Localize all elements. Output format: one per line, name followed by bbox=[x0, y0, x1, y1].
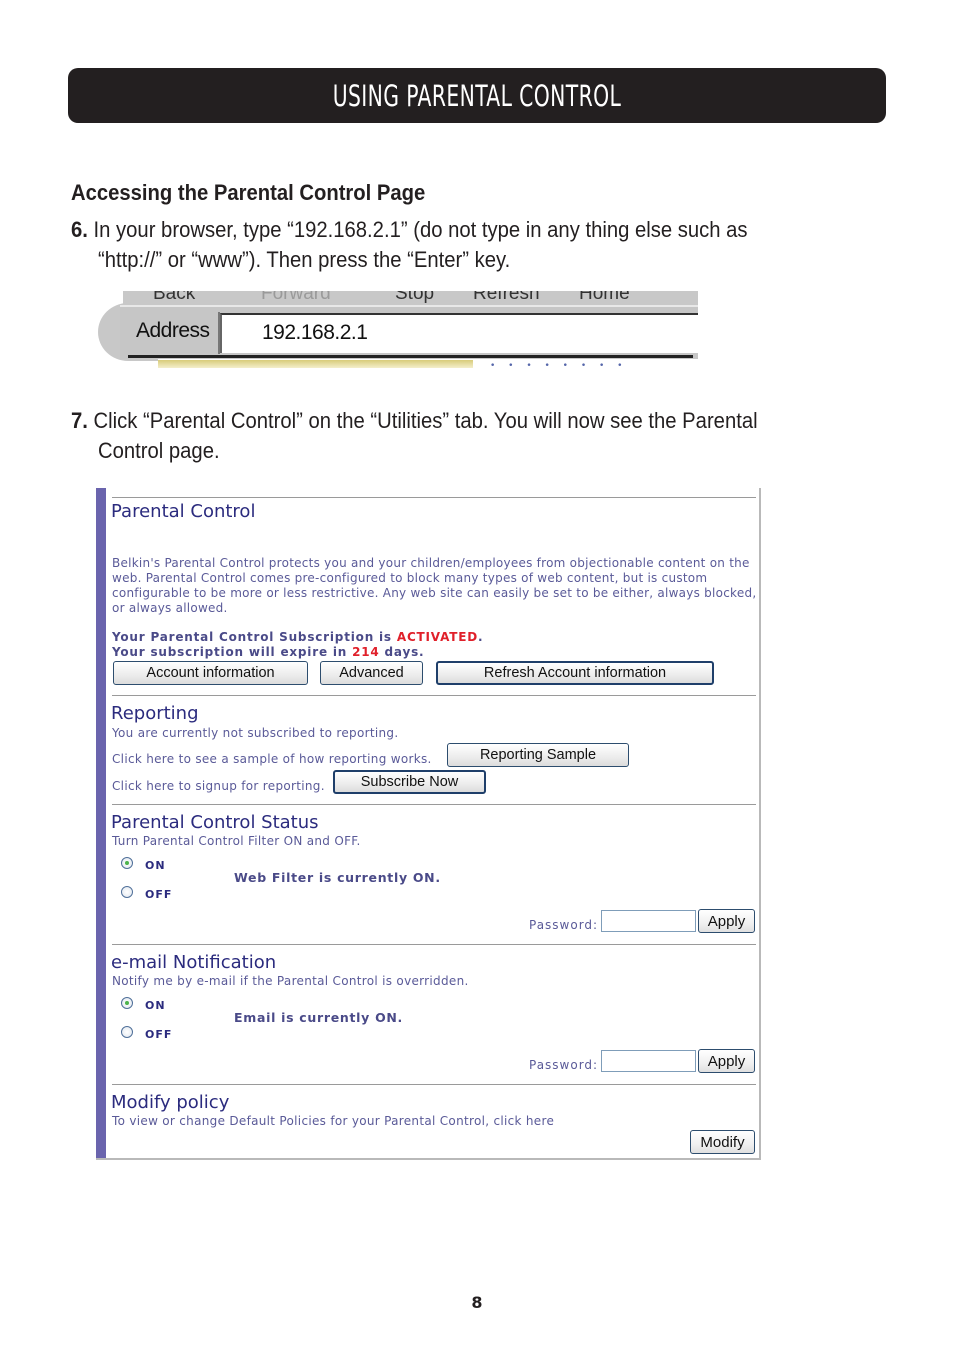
address-label: Address bbox=[136, 319, 210, 342]
step-number: 6. bbox=[71, 217, 88, 242]
parental-control-page-screenshot: Parental Control Belkin's Parental Contr… bbox=[96, 488, 761, 1160]
address-bar: Address 192.168.2.1 bbox=[120, 305, 698, 359]
filter-off-label: OFF bbox=[145, 888, 173, 901]
email-password-input[interactable] bbox=[601, 1050, 696, 1072]
address-value: 192.168.2.1 bbox=[262, 321, 368, 344]
subscription-prefix: Your Parental Control Subscription is bbox=[112, 630, 397, 644]
banner-title: USING PARENTAL CONTROL bbox=[332, 78, 622, 113]
email-off-label: OFF bbox=[145, 1028, 173, 1041]
email-subtitle: Notify me by e-mail if the Parental Cont… bbox=[112, 974, 469, 988]
reporting-status: You are currently not subscribed to repo… bbox=[112, 726, 399, 740]
toolbar-forward[interactable]: Forward bbox=[261, 291, 331, 305]
status-password-label: Password: bbox=[529, 918, 599, 932]
subscription-suffix: . bbox=[477, 630, 484, 644]
modify-policy-subtitle[interactable]: To view or change Default Policies for y… bbox=[112, 1114, 554, 1128]
reporting-title: Reporting bbox=[111, 703, 199, 724]
reporting-sample-prompt: Click here to see a sample of how report… bbox=[112, 752, 432, 766]
filter-on-label: ON bbox=[145, 859, 166, 872]
divider bbox=[112, 944, 756, 945]
address-input[interactable]: 192.168.2.1 bbox=[220, 313, 698, 353]
status-subtitle: Turn Parental Control Filter ON and OFF. bbox=[112, 834, 361, 848]
toolbar-bottom-border bbox=[128, 355, 693, 358]
filter-off-radio[interactable] bbox=[121, 886, 133, 898]
panel-side-bar bbox=[96, 488, 106, 1158]
expire-suffix: days. bbox=[379, 645, 425, 659]
filter-on-radio[interactable] bbox=[121, 857, 133, 869]
subscription-status-line: Your Parental Control Subscription is AC… bbox=[112, 630, 483, 644]
step-number: 7. bbox=[71, 408, 88, 433]
subscription-status: ACTIVATED bbox=[396, 630, 478, 644]
toolbar-home[interactable]: Home bbox=[579, 291, 630, 305]
divider bbox=[112, 804, 756, 805]
expire-days: 214 bbox=[352, 645, 380, 659]
decorative-dots: • • • • • • • • bbox=[490, 361, 628, 371]
modify-policy-title: Modify policy bbox=[111, 1092, 230, 1113]
subscribe-now-button[interactable]: Subscribe Now bbox=[333, 770, 486, 794]
section-heading: Accessing the Parental Control Page bbox=[71, 180, 426, 205]
email-off-radio[interactable] bbox=[121, 1026, 133, 1038]
page-banner: USING PARENTAL CONTROL bbox=[68, 68, 886, 123]
parental-control-description: Belkin's Parental Control protects you a… bbox=[112, 556, 757, 615]
filter-status-message: Web Filter is currently ON. bbox=[234, 870, 441, 885]
divider bbox=[112, 695, 756, 696]
divider bbox=[112, 1084, 756, 1085]
step-7: 7. Click “Parental Control” on the “Util… bbox=[71, 406, 871, 466]
step-text-line1: Click “Parental Control” on the “Utiliti… bbox=[93, 408, 758, 433]
page-banner-strip bbox=[158, 360, 473, 368]
step-text-line1: In your browser, type “192.168.2.1” (do … bbox=[93, 217, 748, 242]
advanced-button[interactable]: Advanced bbox=[320, 661, 423, 685]
refresh-account-information-button[interactable]: Refresh Account information bbox=[436, 661, 714, 685]
divider bbox=[112, 497, 756, 498]
email-apply-button[interactable]: Apply bbox=[698, 1049, 755, 1073]
step-text-line2: Control page. bbox=[98, 438, 220, 463]
email-on-label: ON bbox=[145, 999, 166, 1012]
modify-button[interactable]: Modify bbox=[690, 1130, 755, 1154]
account-information-button[interactable]: Account information bbox=[113, 661, 308, 685]
page-number: 8 bbox=[471, 1293, 483, 1312]
browser-address-bar-screenshot: Back Forward Stop Refresh Home Address 1… bbox=[98, 291, 698, 371]
email-status-message: Email is currently ON. bbox=[234, 1010, 404, 1025]
email-on-radio[interactable] bbox=[121, 997, 133, 1009]
toolbar-back[interactable]: Back bbox=[153, 291, 195, 305]
parental-control-title: Parental Control bbox=[111, 501, 256, 522]
email-password-label: Password: bbox=[529, 1058, 599, 1072]
subscription-expiry-line: Your subscription will expire in 214 day… bbox=[112, 645, 424, 659]
reporting-sample-button[interactable]: Reporting Sample bbox=[447, 743, 629, 767]
reporting-signup-prompt: Click here to signup for reporting. bbox=[112, 779, 325, 793]
status-apply-button[interactable]: Apply bbox=[698, 909, 755, 933]
toolbar-refresh[interactable]: Refresh bbox=[473, 291, 540, 305]
status-title: Parental Control Status bbox=[111, 812, 319, 833]
status-password-input[interactable] bbox=[601, 910, 696, 932]
toolbar-stop[interactable]: Stop bbox=[395, 291, 434, 305]
step-text-line2: “http://” or “www”). Then press the “Ent… bbox=[98, 247, 511, 272]
step-6: 6. In your browser, type “192.168.2.1” (… bbox=[71, 215, 871, 275]
expire-prefix: Your subscription will expire in bbox=[112, 645, 353, 659]
email-title: e-mail Notification bbox=[111, 952, 277, 973]
